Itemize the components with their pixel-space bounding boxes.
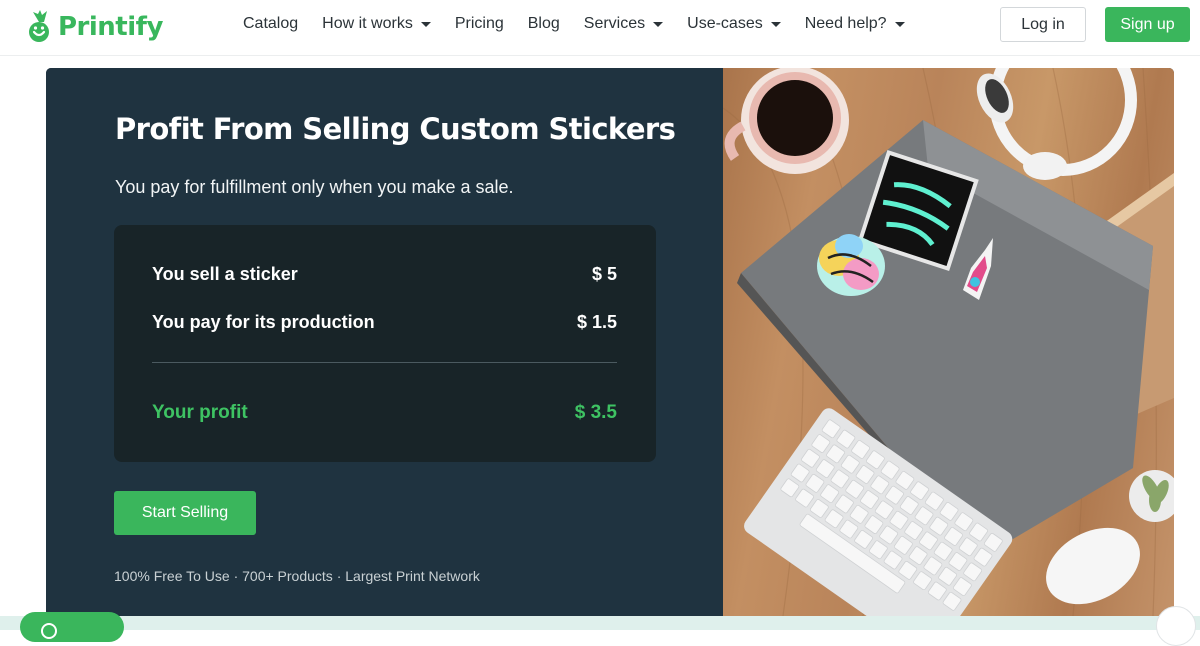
nav-item-label: Blog — [527, 15, 560, 32]
profit-calculator: You sell a sticker $ 5 You pay for its p… — [114, 225, 656, 462]
hero-card: Profit From Selling Custom Stickers You … — [46, 68, 1174, 616]
login-button[interactable]: Log in — [1000, 7, 1086, 42]
nav-item-label: Need help? — [804, 15, 887, 32]
profit-value: $ 3.5 — [574, 402, 617, 423]
nav-item-label: Pricing — [454, 15, 504, 32]
chevron-down-icon — [770, 21, 781, 27]
nav-item-how-it-works[interactable]: How it works — [322, 15, 431, 33]
brand-name: Printify — [58, 12, 163, 42]
calculator-divider — [152, 362, 617, 363]
site-header: Printify Catalog How it works Pricing Bl… — [0, 0, 1200, 56]
nav-item-services[interactable]: Services — [583, 15, 664, 33]
nav-item-catalog[interactable]: Catalog — [243, 15, 298, 33]
sell-price-label: You sell a sticker — [152, 264, 298, 284]
printify-badge-icon[interactable] — [1156, 606, 1196, 646]
chevron-down-icon — [420, 21, 431, 27]
profit-row: Your profit $ 3.5 — [152, 402, 617, 424]
next-section-strip — [0, 616, 1200, 630]
sell-price-row: You sell a sticker $ 5 — [152, 264, 617, 285]
chat-icon — [41, 623, 57, 639]
nav-item-label: Services — [583, 15, 646, 32]
nav-item-label: Use-cases — [687, 15, 763, 32]
production-cost-row: You pay for its production $ 1.5 — [152, 312, 617, 333]
production-cost-label: You pay for its production — [152, 312, 375, 332]
printify-logo[interactable]: Printify — [28, 8, 163, 46]
nav-item-use-cases[interactable]: Use-cases — [687, 15, 781, 33]
nav-item-label: Catalog — [243, 15, 299, 32]
sell-price-value: $ 5 — [591, 264, 617, 284]
nav-item-blog[interactable]: Blog — [528, 15, 560, 33]
page-title: Profit From Selling Custom Stickers — [115, 112, 676, 146]
nav-item-label: How it works — [322, 15, 413, 32]
start-selling-button[interactable]: Start Selling — [114, 491, 256, 535]
help-chat-button[interactable] — [20, 612, 124, 642]
chevron-down-icon — [653, 21, 664, 27]
nav-item-pricing[interactable]: Pricing — [455, 15, 504, 33]
production-cost-value: $ 1.5 — [576, 312, 617, 332]
main-nav: Catalog How it works Pricing Blog Servic… — [243, 0, 929, 48]
features-tagline: 100% Free To Use · 700+ Products · Large… — [114, 568, 480, 584]
printify-logo-icon — [28, 10, 54, 44]
profit-label: Your profit — [152, 402, 248, 423]
hero-photo-laptop-stickers — [723, 68, 1174, 616]
hero-subtitle: You pay for fulfillment only when you ma… — [115, 177, 514, 197]
signup-button[interactable]: Sign up — [1105, 7, 1190, 42]
hero-content-panel: Profit From Selling Custom Stickers You … — [46, 68, 723, 616]
chevron-down-icon — [894, 21, 905, 27]
nav-item-need-help[interactable]: Need help? — [805, 15, 905, 33]
